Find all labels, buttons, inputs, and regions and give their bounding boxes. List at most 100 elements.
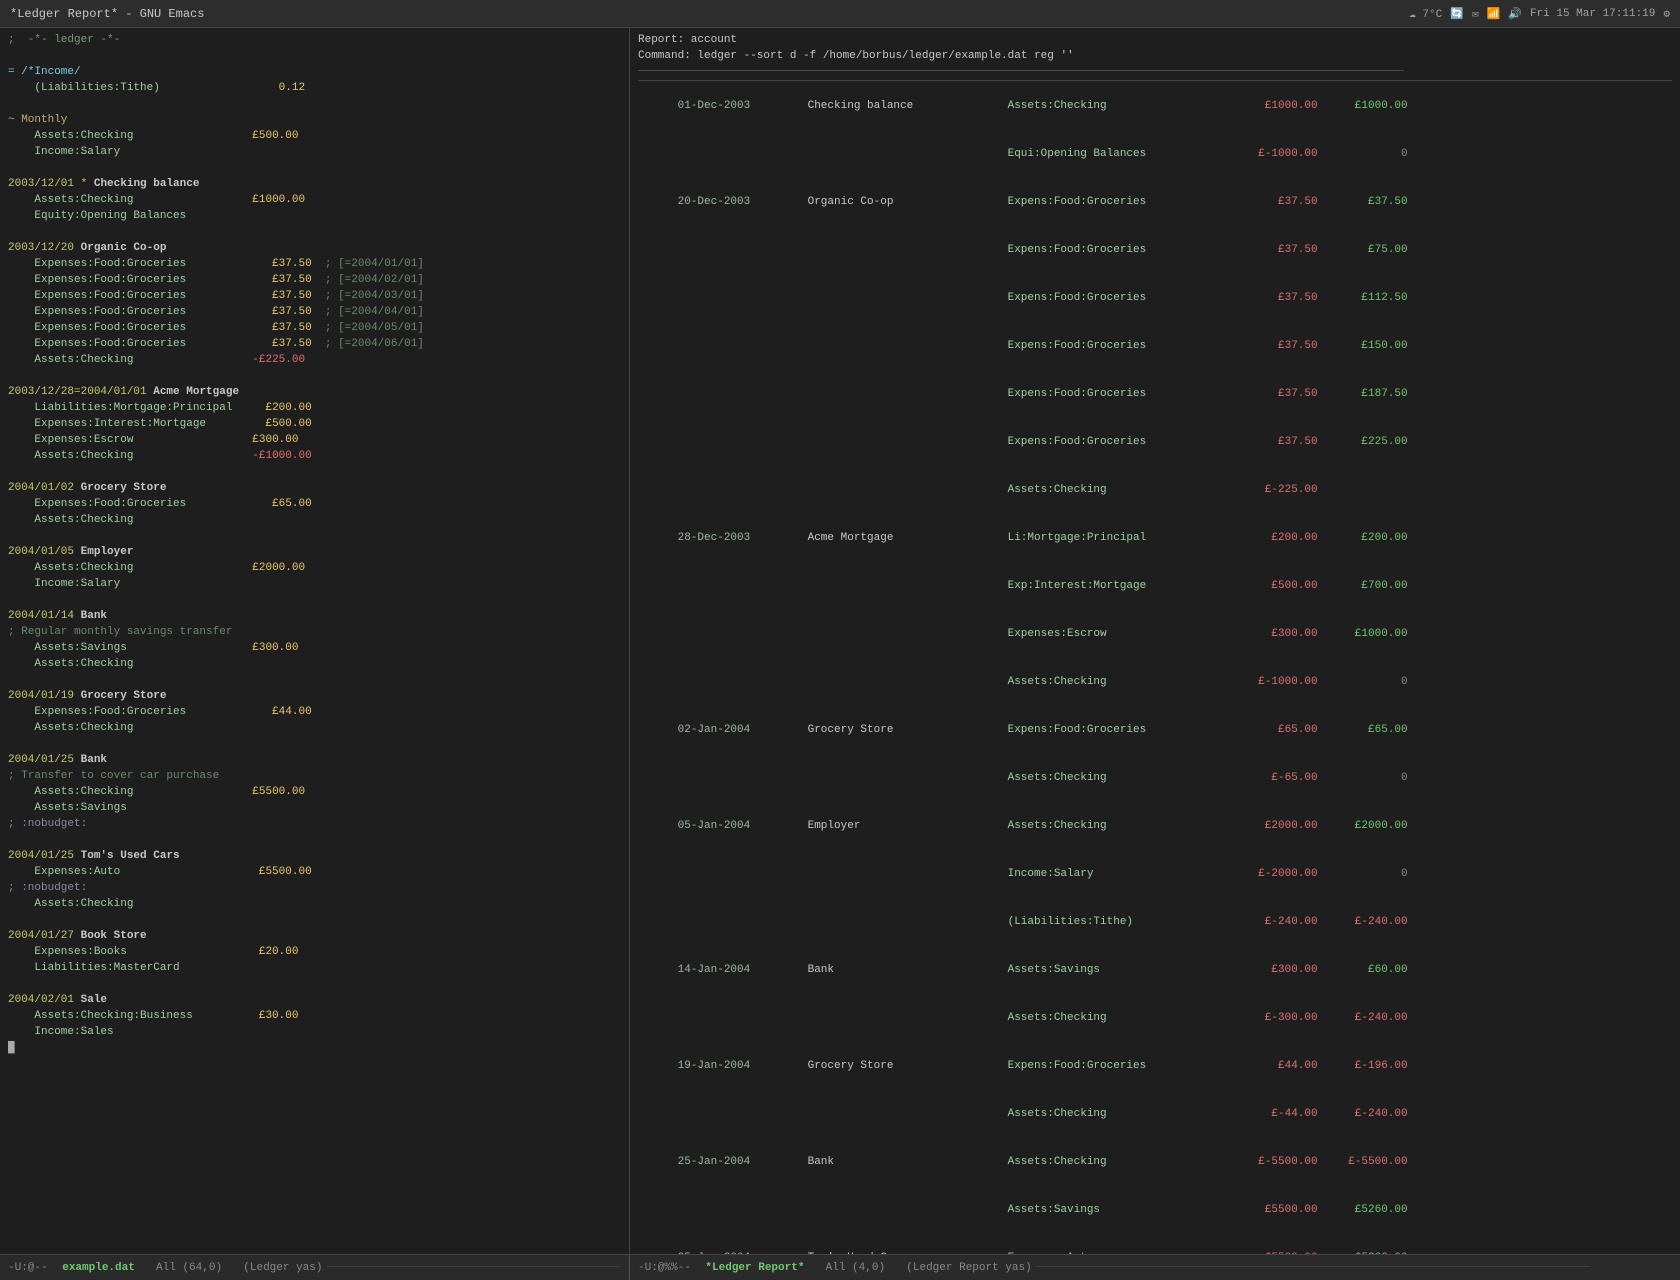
- file-header: ; -*- ledger -*-: [8, 32, 621, 48]
- status-left-file: example.dat: [62, 1262, 135, 1274]
- status-right-info: All (4,0): [826, 1262, 885, 1274]
- report-row-7b: Assets:Checking£-44.00£-240.00: [638, 1090, 1672, 1138]
- cursor-line[interactable]: █: [8, 1040, 621, 1056]
- report-row-2c: Expens:Food:Groceries£37.50£112.50: [638, 274, 1672, 322]
- report-row-3b: Exp:Interest:Mortgage£500.00£700.00: [638, 562, 1672, 610]
- tx-cars-1: Expenses:Auto £5500.00: [8, 864, 621, 880]
- mail-icon[interactable]: ✉: [1472, 7, 1479, 21]
- status-right-fill: ────────────────────────────────────────…: [1036, 1262, 1672, 1274]
- tx-bank1-comment: ; Regular monthly savings transfer: [8, 624, 621, 640]
- blank-line-7: [8, 528, 621, 544]
- title-bar: *Ledger Report* - GNU Emacs ☁ 7°C 🔄 ✉ 📶 …: [0, 0, 1680, 28]
- report-row-9: 25-Jan-2004Tom's Used CarsExpenses:Auto£…: [638, 1234, 1672, 1254]
- report-row-8: 25-Jan-2004BankAssets:Checking£-5500.00£…: [638, 1138, 1672, 1186]
- tx-sale-1: Assets:Checking:Business £30.00: [8, 1008, 621, 1024]
- report-row-3: 28-Dec-2003Acme MortgageLi:Mortgage:Prin…: [638, 514, 1672, 562]
- title-bar-right: ☁ 7°C 🔄 ✉ 📶 🔊 Fri 15 Mar 17:11:19 ⚙: [1409, 7, 1670, 21]
- tx-bank1: 2004/01/14 Bank: [8, 608, 621, 624]
- status-bar: -U:@-- example.dat All (64,0) (Ledger ya…: [0, 1254, 1680, 1280]
- volume-icon[interactable]: 🔊: [1508, 7, 1522, 21]
- main-content: ; -*- ledger -*- = /*Income/ (Liabilitie…: [0, 28, 1680, 1254]
- blank-line-12: [8, 912, 621, 928]
- tx-bank1-1: Assets:Savings £300.00: [8, 640, 621, 656]
- clock: Fri 15 Mar 17:11:19: [1530, 8, 1655, 20]
- report-row-2e: Expens:Food:Groceries£37.50£187.50: [638, 370, 1672, 418]
- tx-organic-7: Assets:Checking -£225.00: [8, 352, 621, 368]
- tx-bank2-2: Assets:Savings: [8, 800, 621, 816]
- status-right-mode2: (Ledger Report yas): [906, 1262, 1031, 1274]
- report-row-2: 20-Dec-2003Organic Co-opExpens:Food:Groc…: [638, 178, 1672, 226]
- tx-checking-balance-2: Equity:Opening Balances: [8, 208, 621, 224]
- report-row-5c: (Liabilities:Tithe)£-240.00£-240.00: [638, 898, 1672, 946]
- tx-mortgage-4: Assets:Checking -£1000.00: [8, 448, 621, 464]
- blank-line-13: [8, 976, 621, 992]
- blank-line-10: [8, 736, 621, 752]
- tx-organic: 2003/12/20 Organic Co-op: [8, 240, 621, 256]
- report-row-6: 14-Jan-2004BankAssets:Savings£300.00£60.…: [638, 946, 1672, 994]
- status-left-mode2: (Ledger yas): [243, 1262, 322, 1274]
- report-row-4: 02-Jan-2004Grocery StoreExpens:Food:Groc…: [638, 706, 1672, 754]
- blank-line-4: [8, 224, 621, 240]
- app-title: *Ledger Report* - GNU Emacs: [10, 7, 204, 21]
- periodic-header: ~ Monthly: [8, 112, 621, 128]
- blank-line-9: [8, 672, 621, 688]
- blank-line-5: [8, 368, 621, 384]
- tx-bank2-comment: ; Transfer to cover car purchase: [8, 768, 621, 784]
- tx-cars-nobudget: ; :nobudget:: [8, 880, 621, 896]
- status-left-fill: ────────────────────────────────────────…: [326, 1262, 621, 1274]
- status-left-mode: -U:@--: [8, 1262, 48, 1274]
- tx-grocery2-1: Expenses:Food:Groceries £44.00: [8, 704, 621, 720]
- tx-mortgage-2: Expenses:Interest:Mortgage £500.00: [8, 416, 621, 432]
- report-row-2d: Expens:Food:Groceries£37.50£150.00: [638, 322, 1672, 370]
- tx-organic-1: Expenses:Food:Groceries £37.50 ; [=2004/…: [8, 256, 621, 272]
- report-row-8b: Assets:Savings£5500.00£5260.00: [638, 1186, 1672, 1234]
- blank-line-2: [8, 96, 621, 112]
- blank-line-8: [8, 592, 621, 608]
- status-left-info: All (64,0): [156, 1262, 222, 1274]
- tx-sale-2: Income:Sales: [8, 1024, 621, 1040]
- tx-cars-2: Assets:Checking: [8, 896, 621, 912]
- report-row-5: 05-Jan-2004EmployerAssets:Checking£2000.…: [638, 802, 1672, 850]
- report-row-2b: Expens:Food:Groceries£37.50£75.00: [638, 226, 1672, 274]
- tx-organic-4: Expenses:Food:Groceries £37.50 ; [=2004/…: [8, 304, 621, 320]
- left-pane[interactable]: ; -*- ledger -*- = /*Income/ (Liabilitie…: [0, 28, 630, 1254]
- tx-sale: 2004/02/01 Sale: [8, 992, 621, 1008]
- tx-grocery2: 2004/01/19 Grocery Store: [8, 688, 621, 704]
- network-icon[interactable]: 📶: [1487, 7, 1501, 21]
- blank-line-3: [8, 160, 621, 176]
- tx-cars: 2004/01/25 Tom's Used Cars: [8, 848, 621, 864]
- title-bar-left: *Ledger Report* - GNU Emacs: [10, 7, 204, 21]
- tx-employer: 2004/01/05 Employer: [8, 544, 621, 560]
- right-pane: Report: account Command: ledger --sort d…: [630, 28, 1680, 1254]
- report-row-3c: Expenses:Escrow£300.00£1000.00: [638, 610, 1672, 658]
- report-row-7: 19-Jan-2004Grocery StoreExpens:Food:Groc…: [638, 1042, 1672, 1090]
- periodic-checking: Assets:Checking £500.00: [8, 128, 621, 144]
- report-row-5b: Income:Salary£-2000.000: [638, 850, 1672, 898]
- tx-bank2: 2004/01/25 Bank: [8, 752, 621, 768]
- tx-grocery1-2: Assets:Checking: [8, 512, 621, 528]
- report-row-4b: Assets:Checking£-65.000: [638, 754, 1672, 802]
- tx-bank1-2: Assets:Checking: [8, 656, 621, 672]
- tx-books-2: Liabilities:MasterCard: [8, 960, 621, 976]
- tx-employer-2: Income:Salary: [8, 576, 621, 592]
- tx-books-1: Expenses:Books £20.00: [8, 944, 621, 960]
- report-row-2g: Assets:Checking£-225.00: [638, 466, 1672, 514]
- tx-mortgage-3: Expenses:Escrow £300.00: [8, 432, 621, 448]
- status-right-buffer: *Ledger Report*: [705, 1262, 804, 1274]
- tx-checking-balance: 2003/12/01 * Checking balance: [8, 176, 621, 192]
- tx-organic-3: Expenses:Food:Groceries £37.50 ; [=2004/…: [8, 288, 621, 304]
- status-bar-left: -U:@-- example.dat All (64,0) (Ledger ya…: [0, 1255, 630, 1280]
- settings-icon[interactable]: ⚙: [1663, 7, 1670, 21]
- tx-mortgage: 2003/12/28=2004/01/01 Acme Mortgage: [8, 384, 621, 400]
- tx-employer-1: Assets:Checking £2000.00: [8, 560, 621, 576]
- report-command: Command: ledger --sort d -f /home/borbus…: [638, 48, 1672, 64]
- auto-entry-line: = /*Income/: [8, 64, 621, 80]
- tithe-line: (Liabilities:Tithe) 0.12: [8, 80, 621, 96]
- periodic-salary: Income:Salary: [8, 144, 621, 160]
- refresh-icon[interactable]: 🔄: [1450, 7, 1464, 21]
- report-label: Report: account: [638, 32, 1672, 48]
- report-row-1b: Equi:Opening Balances£-1000.000: [638, 130, 1672, 178]
- weather-icon: ☁ 7°C: [1409, 7, 1442, 21]
- blank-line-6: [8, 464, 621, 480]
- tx-bank2-1: Assets:Checking £5500.00: [8, 784, 621, 800]
